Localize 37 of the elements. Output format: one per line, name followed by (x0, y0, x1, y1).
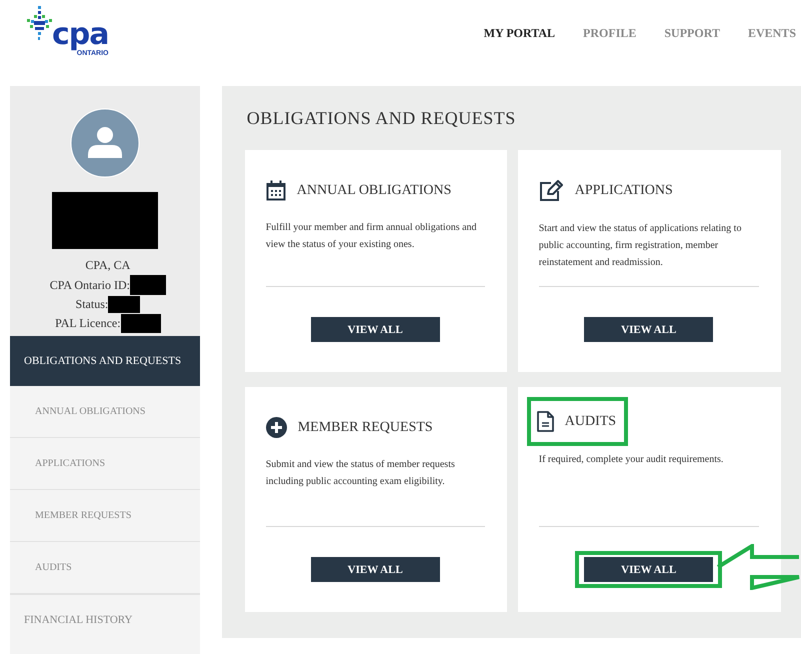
nav-link[interactable]: EVENTS (748, 26, 796, 41)
card-title: MEMBER REQUESTS (298, 420, 433, 436)
profile-field-label: CPA Ontario ID: (50, 276, 130, 294)
view-all-button[interactable]: VIEW ALL (584, 557, 714, 582)
document-icon (536, 411, 554, 432)
view-all-button[interactable]: VIEW ALL (584, 317, 714, 342)
maple-leaf-icon (25, 6, 55, 40)
nav-link[interactable]: PROFILE (583, 26, 636, 41)
sidebar-subitem[interactable]: AUDITS (10, 542, 200, 594)
nav-link[interactable]: SUPPORT (664, 26, 720, 41)
redacted-block (130, 275, 166, 295)
sidebar-subitem[interactable]: APPLICATIONS (10, 438, 200, 490)
plus-circle-icon (266, 417, 287, 438)
card-description: Fulfill your member and firm annual obligations and view the status of your existing ones. (266, 221, 478, 252)
card-title: APPLICATIONS (574, 183, 673, 199)
sidebar-item[interactable]: FINANCIAL HISTORY (10, 594, 200, 645)
logo-wordmark: cpa (52, 20, 109, 50)
redacted-block (120, 314, 161, 333)
calendar-icon (266, 180, 286, 201)
profile-field-label: Status: (76, 296, 108, 313)
avatar-icon (70, 108, 140, 178)
redacted-block (108, 296, 140, 313)
sidebar-subitem[interactable]: MEMBER REQUESTS (10, 490, 200, 542)
profile-field-label: PAL Licence: (55, 315, 121, 332)
nav-link[interactable]: MY PORTAL (484, 26, 556, 41)
designation-text: CPA, CA (85, 257, 130, 274)
card-description: Start and view the status of applications relating to public accounting, firm registration, member reinstatement and readmission. (538, 222, 742, 270)
card-description: If required, complete your audit requirements. (538, 453, 724, 467)
card-title: ANNUAL OBLIGATIONS (296, 182, 452, 198)
view-all-button[interactable]: VIEW ALL (310, 317, 440, 342)
card-description: Submit and view the status of member requests including public accounting exam eligibility. (266, 458, 456, 489)
sidebar-subitem[interactable]: ANNUAL OBLIGATIONS (10, 386, 200, 438)
view-all-button[interactable]: VIEW ALL (310, 557, 440, 582)
edit-icon (538, 180, 564, 202)
section-title: OBLIGATIONS AND REQUESTS (246, 107, 517, 130)
card-title: AUDITS (564, 414, 616, 430)
sidebar-item[interactable]: OBLIGATIONS AND REQUESTS (10, 336, 200, 386)
